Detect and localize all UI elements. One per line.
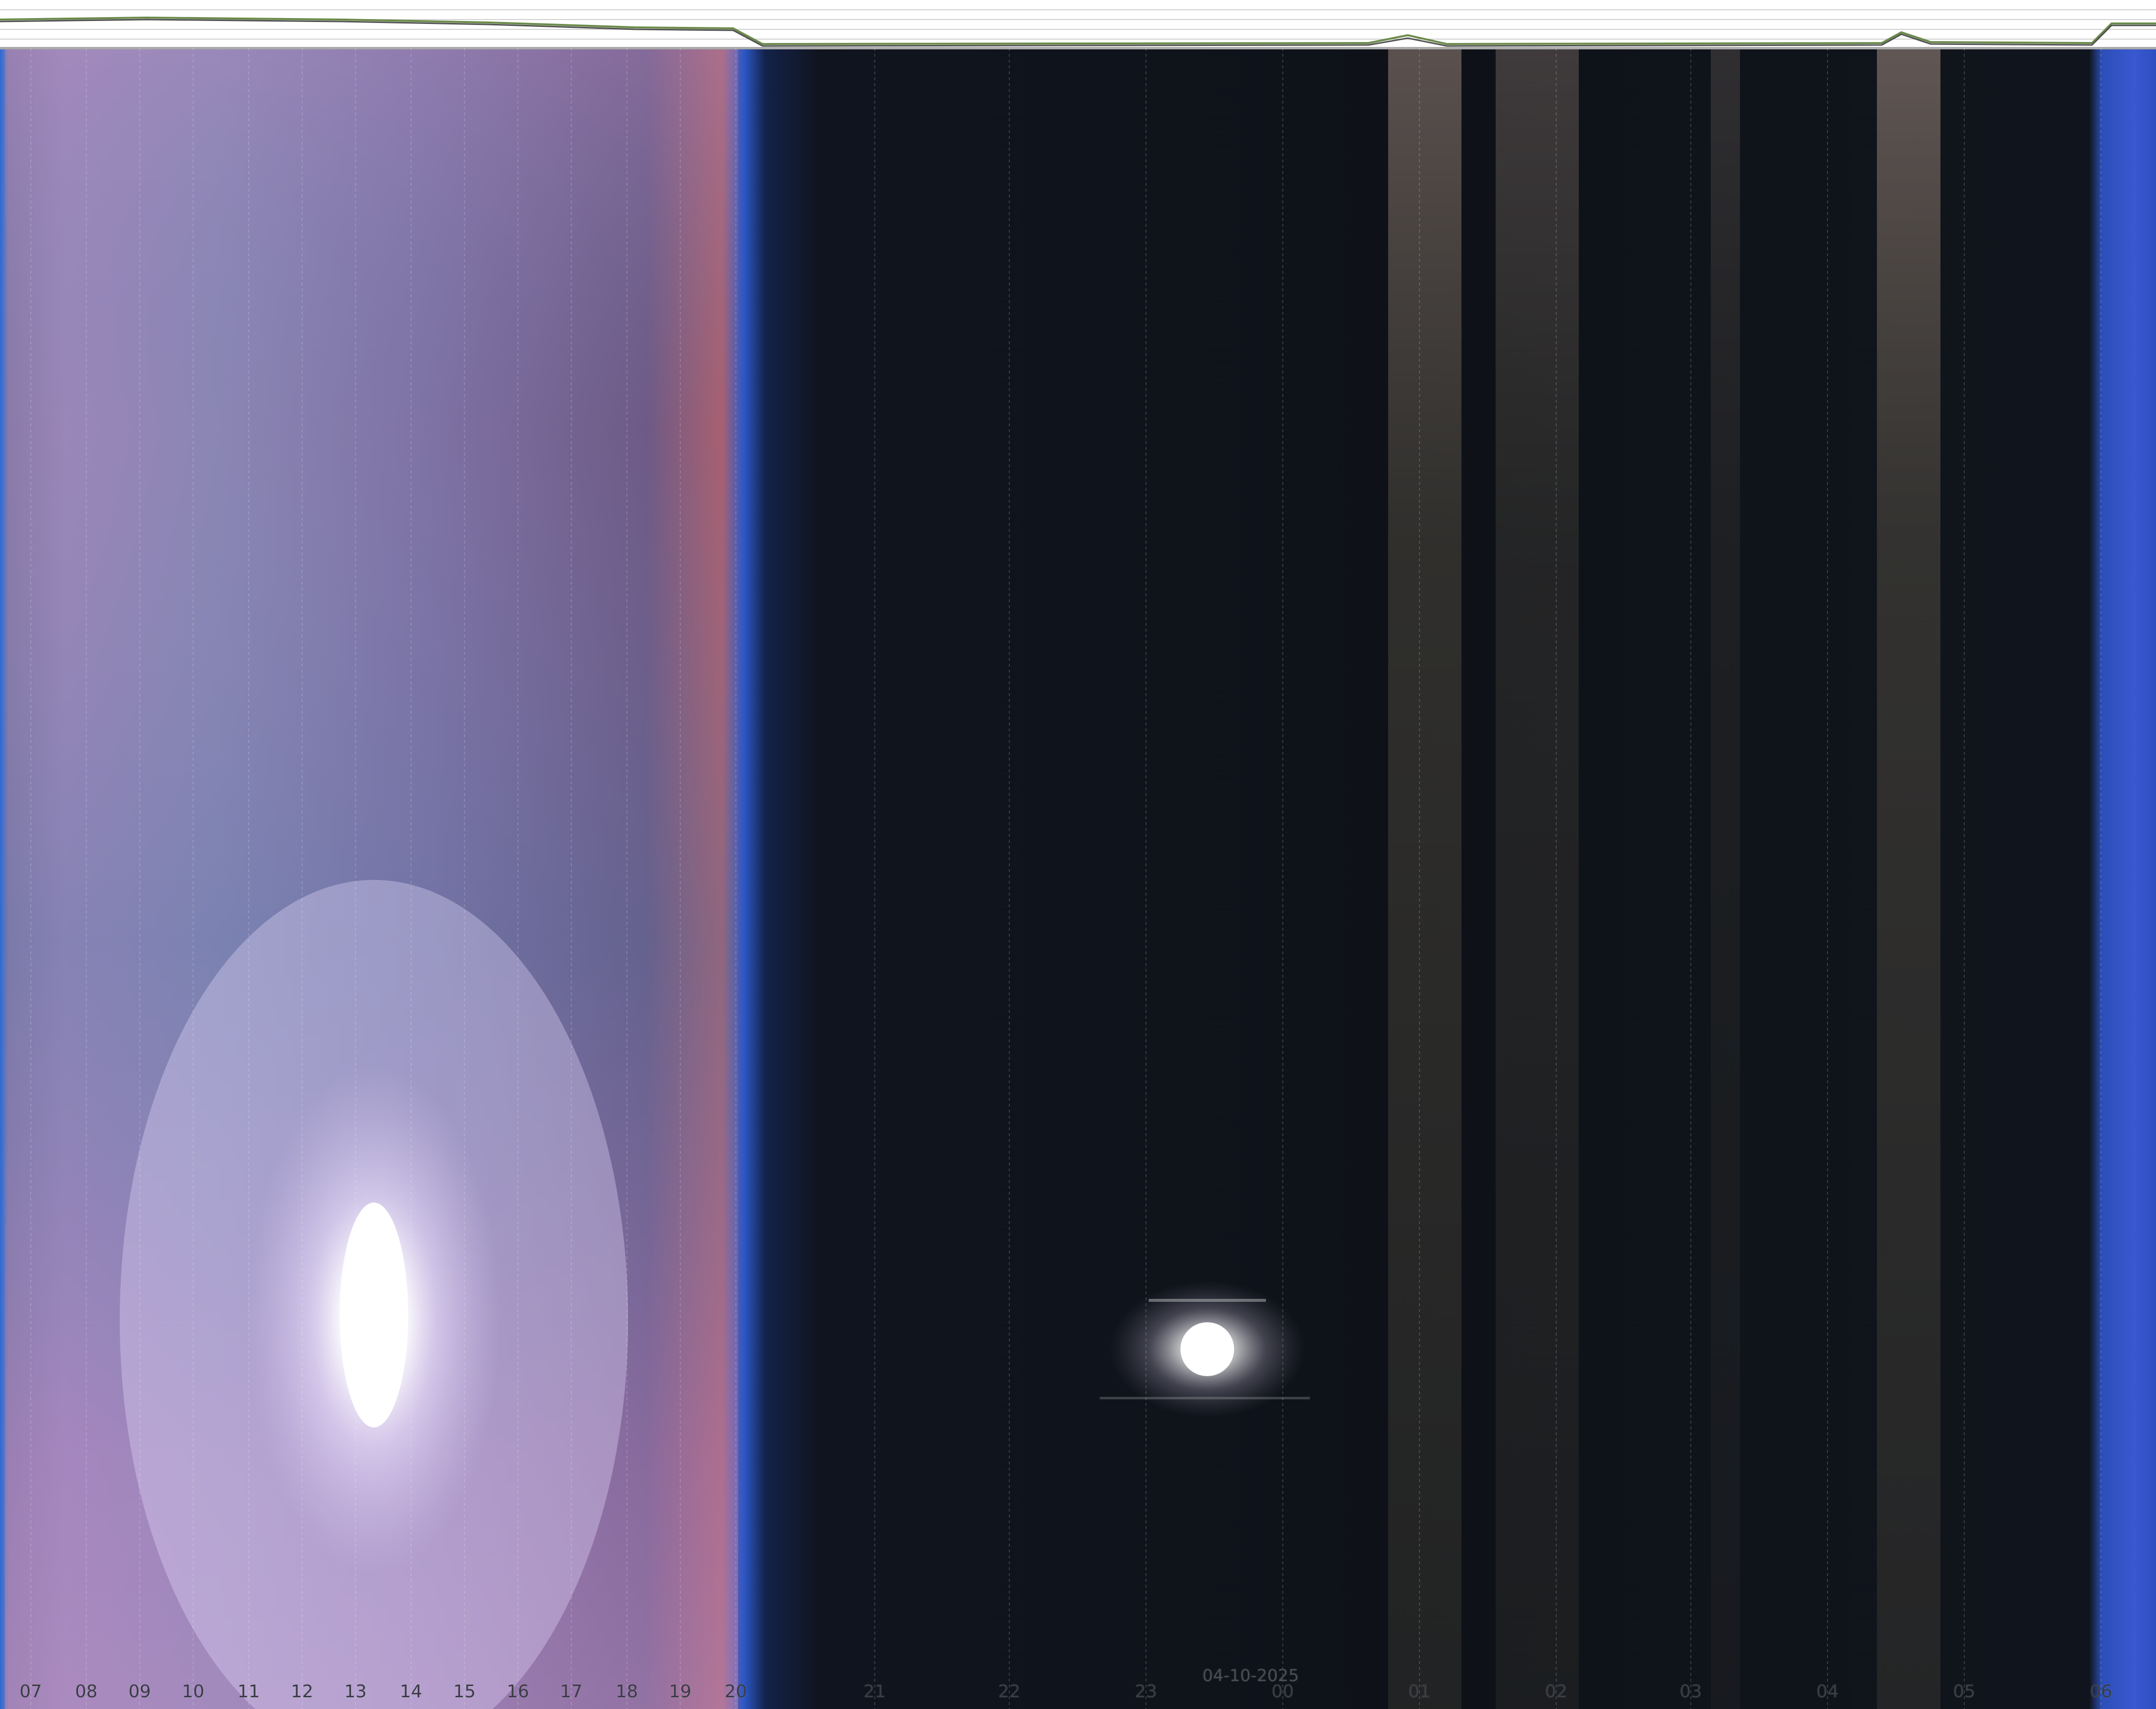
hour-label-15: 15	[453, 1682, 476, 1702]
moon-core	[1180, 1322, 1234, 1376]
top-graph-panel	[0, 0, 2156, 48]
cloud-streak	[1496, 49, 1579, 1709]
hour-label-06: 06	[2090, 1682, 2112, 1702]
hour-label-11: 11	[237, 1682, 260, 1702]
hour-label-07: 07	[20, 1682, 42, 1702]
hour-label-18: 18	[615, 1682, 638, 1702]
date-label: 04-10-2025	[1202, 1666, 1299, 1686]
hour-label-21: 21	[863, 1682, 886, 1702]
keogram-image	[0, 0, 2156, 1709]
top-graph-border	[0, 47, 2156, 49]
hour-label-20: 20	[724, 1682, 747, 1702]
hour-label-10: 10	[182, 1682, 204, 1702]
hour-label-13: 13	[344, 1682, 367, 1702]
hour-label-04: 04	[1816, 1682, 1839, 1702]
hour-label-02: 02	[1545, 1682, 1568, 1702]
cloud-streak	[1877, 49, 1940, 1709]
hour-label-03: 03	[1679, 1682, 1702, 1702]
hour-label-23: 23	[1134, 1682, 1157, 1702]
hour-label-14: 14	[400, 1682, 422, 1702]
hour-label-01: 01	[1408, 1682, 1431, 1702]
hour-label-17: 17	[560, 1682, 583, 1702]
hour-label-16: 16	[506, 1682, 529, 1702]
hour-label-05: 05	[1953, 1682, 1976, 1702]
cloud-streak	[1711, 49, 1740, 1709]
hour-label-08: 08	[75, 1682, 98, 1702]
hour-label-19: 19	[669, 1682, 692, 1702]
cloud-streak	[1388, 49, 1461, 1709]
hour-label-22: 22	[998, 1682, 1021, 1702]
hour-label-09: 09	[128, 1682, 151, 1702]
sun-core	[340, 1203, 408, 1427]
hour-label-12: 12	[291, 1682, 313, 1702]
